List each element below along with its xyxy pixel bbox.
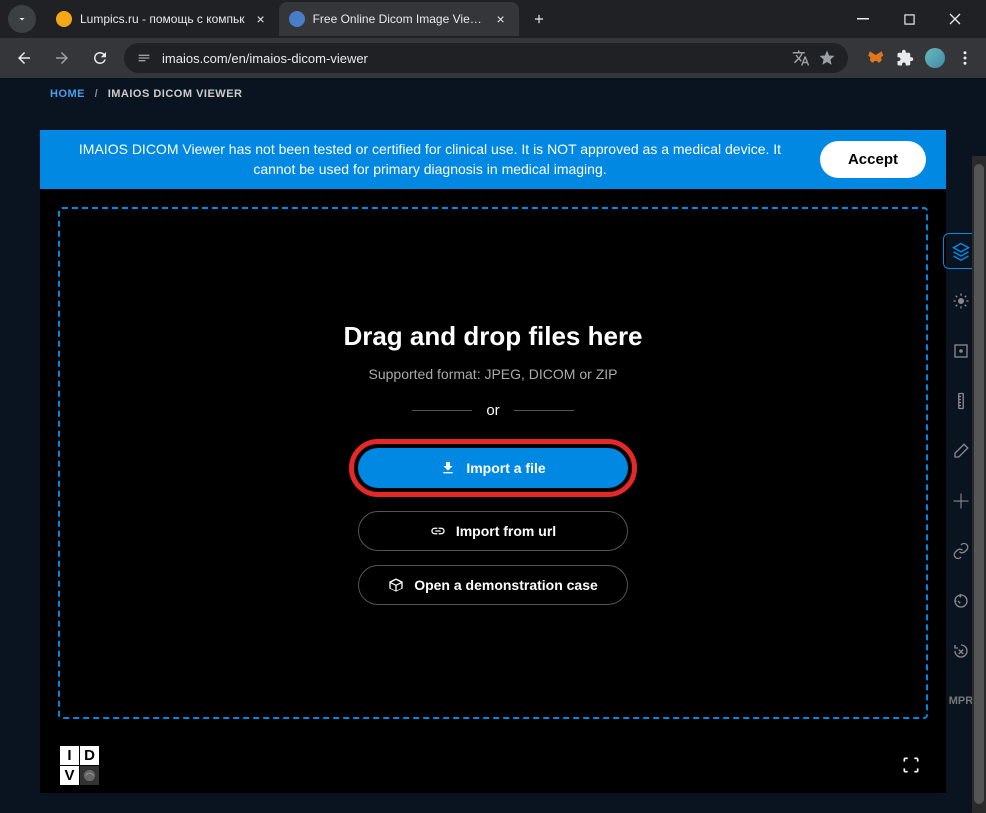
viewer-panel: IMAIOS DICOM Viewer has not been tested …	[40, 130, 946, 793]
tab-favicon-icon	[56, 11, 72, 27]
tab-favicon-icon	[289, 11, 305, 27]
back-button[interactable]	[10, 44, 38, 72]
download-icon	[440, 460, 456, 476]
new-tab-button[interactable]	[525, 5, 553, 33]
idv-logo: I D V	[60, 746, 99, 785]
demo-case-label: Open a demonstration case	[414, 577, 598, 593]
extensions-button[interactable]	[894, 47, 916, 69]
drop-subtitle: Supported format: JPEG, DICOM or ZIP	[369, 366, 618, 382]
url-text: imaios.com/en/imaios-dicom-viewer	[162, 51, 782, 66]
breadcrumb-home-link[interactable]: HOME	[50, 88, 85, 100]
tab-close-button[interactable]: ×	[253, 11, 269, 27]
close-window-button[interactable]	[932, 0, 978, 38]
disclaimer-text: IMAIOS DICOM Viewer has not been tested …	[60, 140, 800, 179]
site-settings-icon[interactable]	[136, 50, 152, 66]
accept-button[interactable]: Accept	[820, 141, 926, 178]
scrollbar-thumb[interactable]	[974, 164, 984, 804]
window-controls	[840, 0, 978, 38]
annotation-highlight: Import a file	[349, 439, 637, 497]
browser-toolbar: imaios.com/en/imaios-dicom-viewer	[0, 38, 986, 78]
page-content: HOME / IMAIOS DICOM VIEWER IMAIOS DICOM …	[0, 78, 986, 813]
extension-metamask-icon[interactable]	[864, 47, 886, 69]
tab-close-button[interactable]: ×	[493, 11, 509, 27]
bookmark-icon[interactable]	[818, 49, 836, 67]
import-url-label: Import from url	[456, 523, 556, 539]
profile-dropdown-button[interactable]	[8, 5, 36, 33]
maximize-button[interactable]	[886, 0, 932, 38]
import-url-button[interactable]: Import from url	[358, 511, 628, 551]
link-icon	[430, 523, 446, 539]
cube-icon	[388, 577, 404, 593]
breadcrumb: HOME / IMAIOS DICOM VIEWER	[0, 78, 986, 110]
demo-case-button[interactable]: Open a demonstration case	[358, 565, 628, 605]
tab-title: Lumpics.ru - помощь с компьк	[80, 12, 245, 26]
viewer-bottom-bar: I D V	[40, 737, 946, 793]
file-drop-zone[interactable]: Drag and drop files here Supported forma…	[58, 207, 928, 719]
menu-button[interactable]	[954, 47, 976, 69]
address-bar[interactable]: imaios.com/en/imaios-dicom-viewer	[124, 43, 848, 73]
translate-icon[interactable]	[792, 49, 810, 67]
fullscreen-button[interactable]	[896, 750, 926, 780]
import-file-button[interactable]: Import a file	[358, 448, 628, 488]
forward-button[interactable]	[48, 44, 76, 72]
or-text: or	[486, 402, 499, 419]
page-scrollbar[interactable]	[972, 156, 986, 813]
reload-button[interactable]	[86, 44, 114, 72]
browser-tab[interactable]: Lumpics.ru - помощь с компьк ×	[46, 2, 279, 36]
tab-title: Free Online Dicom Image Viewe	[313, 12, 485, 26]
drop-title: Drag and drop files here	[343, 321, 642, 352]
breadcrumb-separator: /	[95, 88, 99, 100]
import-file-label: Import a file	[466, 460, 545, 476]
profile-avatar-icon[interactable]	[924, 47, 946, 69]
browser-titlebar: Lumpics.ru - помощь с компьк × Free Onli…	[0, 0, 986, 38]
or-divider: or	[412, 402, 573, 419]
disclaimer-banner: IMAIOS DICOM Viewer has not been tested …	[40, 130, 946, 189]
minimize-button[interactable]	[840, 0, 886, 38]
breadcrumb-current: IMAIOS DICOM VIEWER	[108, 88, 243, 100]
browser-tab[interactable]: Free Online Dicom Image Viewe ×	[279, 2, 519, 36]
